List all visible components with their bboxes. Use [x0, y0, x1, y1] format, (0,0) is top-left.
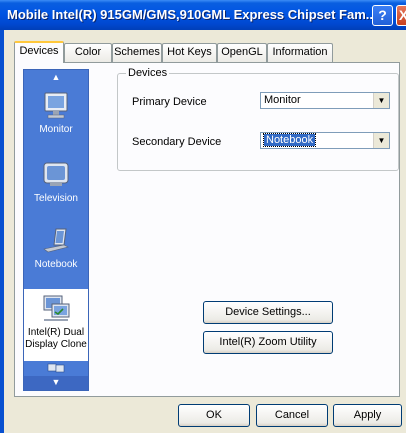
devices-group: Devices Primary Device Monitor ▼ Seconda…	[117, 67, 399, 171]
tab-opengl[interactable]: OpenGL	[217, 43, 267, 62]
tab-color[interactable]: Color	[64, 43, 112, 62]
device-settings-button[interactable]: Device Settings...	[203, 301, 333, 324]
window-frame	[0, 30, 4, 433]
help-button[interactable]: ?	[372, 5, 393, 26]
dual-display-clone-icon	[43, 295, 70, 321]
primary-device-select[interactable]: Monitor ▼	[260, 92, 390, 109]
tab-hot-keys[interactable]: Hot Keys	[162, 43, 217, 62]
close-button[interactable]: X	[396, 5, 406, 26]
window-title: Mobile Intel(R) 915GM/GMS,910GML Express…	[7, 7, 377, 22]
secondary-device-select[interactable]: Notebook ▼	[260, 132, 390, 149]
notebook-icon	[43, 228, 69, 253]
sidebar-item-label: Monitor	[39, 124, 73, 135]
sidebar-item-label: Television	[34, 193, 78, 204]
scroll-down-arrow[interactable]: ▼	[24, 376, 88, 390]
scroll-up-arrow[interactable]: ▲	[24, 70, 88, 86]
ok-button[interactable]: OK	[178, 404, 250, 427]
dialog-button-row: OK Cancel Apply	[0, 404, 406, 429]
next-device-icon	[47, 363, 65, 373]
apply-button[interactable]: Apply	[333, 404, 402, 427]
primary-device-label: Primary Device	[132, 96, 207, 108]
chevron-down-icon[interactable]: ▼	[373, 133, 389, 148]
sidebar-item-television[interactable]: Television	[24, 159, 88, 205]
primary-device-value: Monitor	[264, 94, 301, 106]
devices-group-legend: Devices	[126, 67, 170, 79]
cancel-button[interactable]: Cancel	[256, 404, 328, 427]
chevron-down-icon[interactable]: ▼	[373, 93, 389, 108]
devices-panel: ▲ Monitor Television Notebook Intel(R) D…	[14, 62, 400, 397]
sidebar-item-monitor[interactable]: Monitor	[24, 90, 88, 136]
zoom-utility-button[interactable]: Intel(R) Zoom Utility	[203, 331, 333, 354]
sidebar-item-notebook[interactable]: Notebook	[24, 225, 88, 271]
title-bar[interactable]: Mobile Intel(R) 915GM/GMS,910GML Express…	[0, 0, 406, 30]
secondary-device-value: Notebook	[262, 133, 317, 147]
sidebar-item-label: Notebook	[34, 259, 78, 270]
tab-devices[interactable]: Devices	[14, 41, 64, 63]
device-sidebar[interactable]: ▲ Monitor Television Notebook Intel(R) D…	[23, 69, 89, 391]
sidebar-item-label: Intel(R) Dual Display Clone	[25, 327, 87, 350]
television-icon	[43, 162, 69, 186]
secondary-device-label: Secondary Device	[132, 136, 222, 148]
sidebar-item-dual-display-clone[interactable]: Intel(R) Dual Display Clone	[24, 289, 88, 361]
tab-information[interactable]: Information	[267, 43, 333, 62]
tab-schemes[interactable]: Schemes	[112, 43, 162, 62]
monitor-icon	[44, 92, 68, 119]
